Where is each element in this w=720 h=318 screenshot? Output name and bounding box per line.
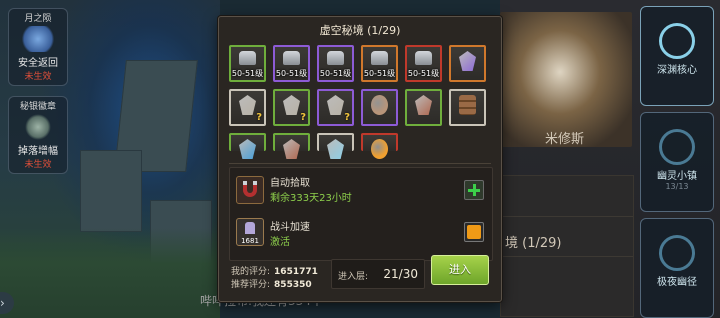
auto-pickup-value: 剩余333天23小时 <box>270 193 352 204</box>
reward-slot[interactable] <box>229 133 266 159</box>
reward-slot[interactable] <box>405 89 442 126</box>
reward-slot[interactable] <box>361 133 398 159</box>
polar-night-path-button[interactable]: 极夜幽径 <box>640 218 714 318</box>
buff-title: 秘银徽章 <box>19 102 56 112</box>
crystal-icon <box>239 95 256 115</box>
reward-slot[interactable]: 50-51级 <box>405 45 442 82</box>
reward-slot[interactable]: 50-51级 <box>317 45 354 82</box>
speed-icon: 1681 <box>236 218 264 246</box>
my-score-label: 我的评分: <box>231 267 271 277</box>
item-level: 50-51级 <box>407 69 440 78</box>
background-panel-text: 境 (1/29) <box>505 236 562 251</box>
item-level: 50-51级 <box>231 69 264 78</box>
hero-name: 米修斯 <box>545 132 585 147</box>
fire-orb-icon <box>371 139 388 159</box>
reward-slot[interactable]: 50-51级 <box>273 45 310 82</box>
scores: 我的评分: 1651771 推荐评分: 855350 <box>231 266 318 292</box>
armor-icon <box>239 51 256 65</box>
floor-value: 21/30 <box>383 267 418 281</box>
reward-slot[interactable]: ? <box>273 89 310 126</box>
battle-speed-toggle[interactable] <box>464 222 484 242</box>
hero-portrait <box>500 12 632 147</box>
abyss-core-button[interactable]: 深渊核心 <box>640 6 714 106</box>
ice-crystal-icon <box>327 139 344 159</box>
reward-slot[interactable] <box>449 45 486 82</box>
egg-icon <box>371 95 388 115</box>
item-level: 50-51级 <box>363 69 396 78</box>
question-mark-icon: ? <box>300 112 306 123</box>
reward-slot[interactable]: 50-51级 <box>361 45 398 82</box>
crystal-icon <box>283 95 300 115</box>
reward-slot[interactable]: ? <box>317 89 354 126</box>
recommended-score-value: 855350 <box>274 280 312 290</box>
auto-pickup-label: 自动拾取 <box>270 178 310 189</box>
question-mark-icon: ? <box>256 112 262 123</box>
buff-line1: 掉落增幅 <box>18 146 58 157</box>
hud-label: 幽灵小镇 <box>657 171 697 182</box>
mithril-badge-buff[interactable]: 秘银徽章 掉落增幅 未生效 <box>8 96 68 174</box>
item-level: 50-51级 <box>319 69 352 78</box>
reward-slot[interactable] <box>361 89 398 126</box>
hud-label: 极夜幽径 <box>657 277 697 288</box>
floor-label: 进入层: <box>338 272 369 282</box>
reward-slot[interactable]: ? <box>229 89 266 126</box>
armor-icon <box>327 51 344 65</box>
portal-icon <box>659 129 695 165</box>
enter-button[interactable]: 进入 <box>431 255 489 285</box>
item-level: 50-51级 <box>275 69 308 78</box>
ore-icon <box>415 95 432 115</box>
buff-status: 未生效 <box>24 160 52 170</box>
speed-badge: 1681 <box>241 237 259 245</box>
wood-logs-icon <box>459 95 476 115</box>
purple-crystal-icon <box>459 51 476 71</box>
reward-slot[interactable] <box>273 133 310 159</box>
gear-icon <box>25 114 51 140</box>
blue-crystal-icon <box>239 139 256 159</box>
divider <box>229 163 491 164</box>
moonfall-buff[interactable]: 月之陨 安全返回 未生效 <box>8 8 68 86</box>
dialog-title: 虚空秘境 (1/29) <box>319 24 401 37</box>
buff-title: 月之陨 <box>24 14 52 24</box>
floor-selector[interactable]: 进入层: 21/30 <box>331 259 425 289</box>
buff-status: 未生效 <box>24 72 52 82</box>
question-mark-icon: ? <box>344 112 350 123</box>
battle-speed-label: 战斗加速 <box>270 222 310 233</box>
auto-pickup-row: 自动拾取 剩余333天23小时 <box>230 168 492 212</box>
battle-speed-row: 1681 战斗加速 激活 <box>230 214 492 258</box>
armor-icon <box>283 51 300 65</box>
hud-label: 深渊核心 <box>657 65 697 76</box>
ghost-town-button[interactable]: 幽灵小镇 13/13 <box>640 112 714 212</box>
buff-line1: 安全返回 <box>18 58 58 69</box>
armor-icon <box>371 51 388 65</box>
ring-icon <box>659 23 695 59</box>
armor-icon <box>415 51 432 65</box>
reward-slot[interactable] <box>317 133 354 159</box>
my-score-value: 1651771 <box>274 267 318 277</box>
magnet-icon <box>236 176 264 204</box>
add-auto-pickup-button[interactable] <box>464 180 484 200</box>
recommended-score-label: 推荐评分: <box>231 280 271 290</box>
battle-speed-value: 激活 <box>270 237 290 248</box>
options-panel: 自动拾取 剩余333天23小时 1681 战斗加速 激活 <box>229 167 493 261</box>
moonfall-icon <box>19 26 57 52</box>
ore-icon <box>283 139 300 159</box>
hud-progress: 13/13 <box>665 182 689 191</box>
reward-slot[interactable] <box>449 89 486 126</box>
reward-slot[interactable]: 50-51级 <box>229 45 266 82</box>
crystal-icon <box>327 95 344 115</box>
portal-icon <box>659 235 695 271</box>
dungeon-dialog: 虚空秘境 (1/29) 50-51级 50-51级 50-51级 50-51级 50-5… <box>218 16 502 302</box>
